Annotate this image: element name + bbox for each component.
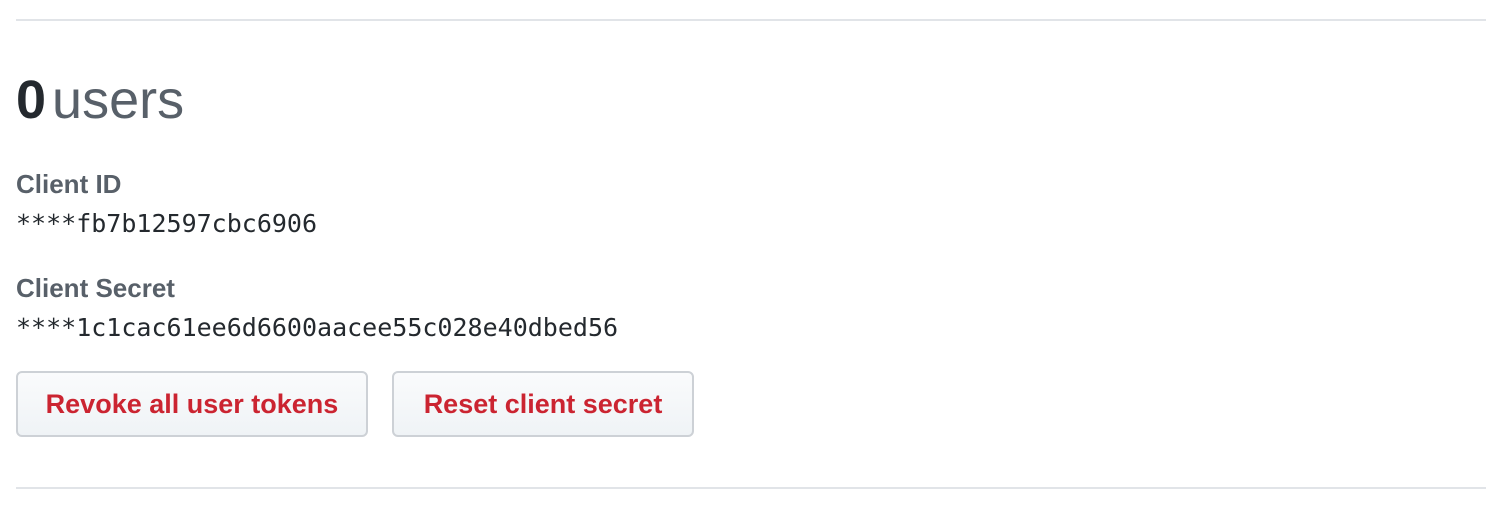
reset-client-secret-button[interactable]: Reset client secret bbox=[392, 371, 694, 437]
revoke-all-user-tokens-button[interactable]: Revoke all user tokens bbox=[16, 371, 368, 437]
client-id-label: Client ID bbox=[16, 169, 122, 199]
users-label: users bbox=[52, 70, 185, 130]
bottom-divider bbox=[16, 487, 1486, 489]
users-count-heading: 0 users bbox=[16, 64, 184, 136]
client-secret-value: ****1c1cac61ee6d6600aacee55c028e40dbed56 bbox=[16, 313, 619, 342]
client-id-value: ****fb7b12597cbc6906 bbox=[16, 209, 318, 238]
users-count: 0 bbox=[16, 70, 47, 130]
top-divider bbox=[16, 19, 1486, 21]
client-secret-label: Client Secret bbox=[16, 273, 175, 303]
